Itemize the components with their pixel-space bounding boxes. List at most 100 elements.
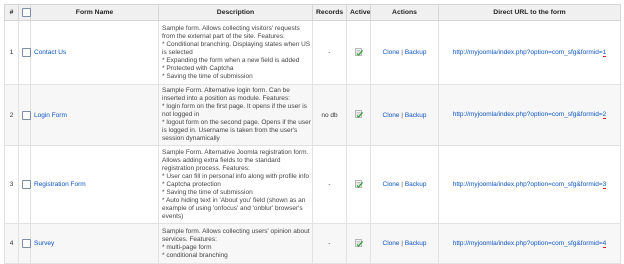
description-line: Sample form. Allows collecting visitors'… [162, 24, 300, 32]
actions-separator: | [401, 111, 403, 119]
description-line: * Captcha protection [162, 180, 221, 188]
form-name-cell: Login Form [30, 84, 159, 146]
description-line: events) [162, 212, 184, 220]
form-name-link[interactable]: Login Form [34, 112, 67, 119]
description-cell: Sample form. Allows collecting visitors'… [158, 20, 313, 85]
row-number: 4 [4, 223, 19, 264]
actions-cell: Clone | Backup [370, 84, 439, 146]
direct-url-prefix: http://myjoomla/index.php?option=com_sfg… [452, 180, 603, 188]
description-line: * Saving the time of submission [162, 72, 253, 80]
backup-link[interactable]: Backup [405, 112, 427, 119]
active-cell[interactable] [346, 84, 371, 146]
header-description[interactable]: Description [158, 4, 313, 21]
description-line: is logged in. Username is taken from the… [162, 127, 298, 134]
records-cell: - [312, 145, 347, 224]
description-line: not logged in [162, 111, 200, 118]
header-actions: Actions [370, 4, 439, 21]
header-select-all[interactable] [18, 4, 31, 21]
row-select-cell[interactable] [18, 223, 31, 264]
active-cell[interactable] [346, 145, 371, 224]
header-num: # [4, 4, 19, 21]
description-line: Allows adding extra fields to the standa… [162, 156, 281, 164]
form-name-cell: Registration Form [30, 145, 159, 224]
description-line: * multi-page form [162, 243, 212, 251]
row-number: 3 [4, 145, 19, 224]
row-select-cell[interactable] [18, 84, 31, 146]
clone-link[interactable]: Clone [383, 112, 400, 119]
direct-url-link[interactable]: http://myjoomla/index.php?option=com_sfg… [453, 48, 607, 57]
backup-link[interactable]: Backup [405, 49, 427, 56]
records-cell: no db [312, 84, 347, 146]
row-checkbox[interactable] [22, 110, 31, 120]
form-name-link[interactable]: Contact Us [34, 49, 66, 56]
records-cell: - [312, 20, 347, 85]
description-line: * User can fill in personal info along w… [162, 172, 310, 180]
description-line: services. Features: [162, 235, 217, 243]
backup-link[interactable]: Backup [405, 181, 427, 188]
description-cell: Sample Form. Alternative Joomla registra… [158, 145, 313, 224]
direct-url-prefix: http://myjoomla/index.php?option=com_sfg… [452, 239, 603, 247]
forms-table-wrap: # Form Name Description Records Active A… [4, 4, 621, 264]
header-row: # Form Name Description Records Active A… [4, 4, 621, 21]
description-line: * Auto hiding text in 'About you' field … [162, 196, 306, 204]
active-cell[interactable] [346, 20, 371, 85]
backup-link[interactable]: Backup [405, 240, 427, 247]
table-row: 1 Contact Us Sample form. Allows collect… [4, 20, 621, 85]
header-records[interactable]: Records [312, 4, 347, 21]
direct-url-prefix: http://myjoomla/index.php?option=com_sfg… [452, 111, 603, 118]
form-name-link[interactable]: Registration Form [34, 181, 86, 188]
edit-check-icon[interactable] [354, 179, 363, 188]
description-line: Sample Form. Alternative login form. Can… [162, 87, 290, 94]
description-line: * Expanding the form when a new field is… [162, 56, 300, 64]
form-name-link[interactable]: Survey [34, 240, 54, 247]
table-row: 2 Login Form Sample Form. Alternative lo… [4, 84, 621, 146]
direct-url-cell: http://myjoomla/index.php?option=com_sfg… [438, 84, 621, 146]
form-id-underlined: 3 [602, 180, 607, 189]
row-number: 1 [4, 20, 19, 85]
actions-cell: Clone | Backup [370, 223, 439, 264]
description-line: session dynamically [162, 135, 220, 142]
clone-link[interactable]: Clone [383, 240, 400, 247]
clone-link[interactable]: Clone [383, 49, 400, 56]
row-select-cell[interactable] [18, 20, 31, 85]
direct-url-cell: http://myjoomla/index.php?option=com_sfg… [438, 145, 621, 224]
select-all-checkbox[interactable] [22, 8, 31, 17]
description-line: is selected [162, 48, 193, 56]
description-line: * conditional branching [162, 251, 228, 259]
row-checkbox[interactable] [22, 180, 31, 189]
header-form-name[interactable]: Form Name [30, 4, 159, 21]
actions-separator: | [401, 49, 403, 56]
edit-check-icon[interactable] [354, 238, 363, 247]
edit-check-icon[interactable] [354, 47, 363, 56]
direct-url-link[interactable]: http://myjoomla/index.php?option=com_sfg… [452, 180, 607, 189]
row-number: 2 [4, 84, 19, 146]
actions-cell: Clone | Backup [370, 20, 439, 85]
form-id-underlined: 1 [602, 48, 607, 57]
description-line: registration process. Features: [162, 164, 250, 172]
direct-url-cell: http://myjoomla/index.php?option=com_sfg… [438, 223, 621, 264]
form-name-cell: Survey [30, 223, 159, 264]
header-direct-url: Direct URL to the form [438, 4, 621, 21]
actions-separator: | [401, 181, 403, 188]
description-line: * logout form on the second page. Opens … [162, 119, 311, 126]
description-line: example of using 'onfocus' and 'onblur' … [162, 204, 303, 212]
clone-link[interactable]: Clone [383, 181, 400, 188]
description-cell: Sample Form. Alternative login form. Can… [158, 84, 313, 146]
row-checkbox[interactable] [22, 239, 31, 248]
description-line: * Protected with Captcha [162, 64, 234, 72]
row-select-cell[interactable] [18, 145, 31, 224]
direct-url-link[interactable]: http://myjoomla/index.php?option=com_sfg… [452, 111, 607, 119]
direct-url-cell: http://myjoomla/index.php?option=com_sfg… [438, 20, 621, 85]
edit-check-icon[interactable] [354, 110, 363, 118]
table-row: 4 Survey Sample form. Allows collecting … [4, 223, 621, 264]
forms-table: # Form Name Description Records Active A… [4, 4, 621, 264]
form-id-underlined: 2 [602, 111, 607, 119]
actions-separator: | [401, 240, 403, 247]
header-active[interactable]: Active [346, 4, 371, 21]
description-line: * Saving the time of submission [162, 188, 253, 196]
description-cell: Sample form. Allows collecting users' op… [158, 223, 313, 264]
row-checkbox[interactable] [22, 48, 31, 57]
active-cell[interactable] [346, 223, 371, 264]
description-line: Sample Form. Alternative Joomla registra… [162, 148, 309, 156]
direct-url-link[interactable]: http://myjoomla/index.php?option=com_sfg… [452, 239, 607, 248]
